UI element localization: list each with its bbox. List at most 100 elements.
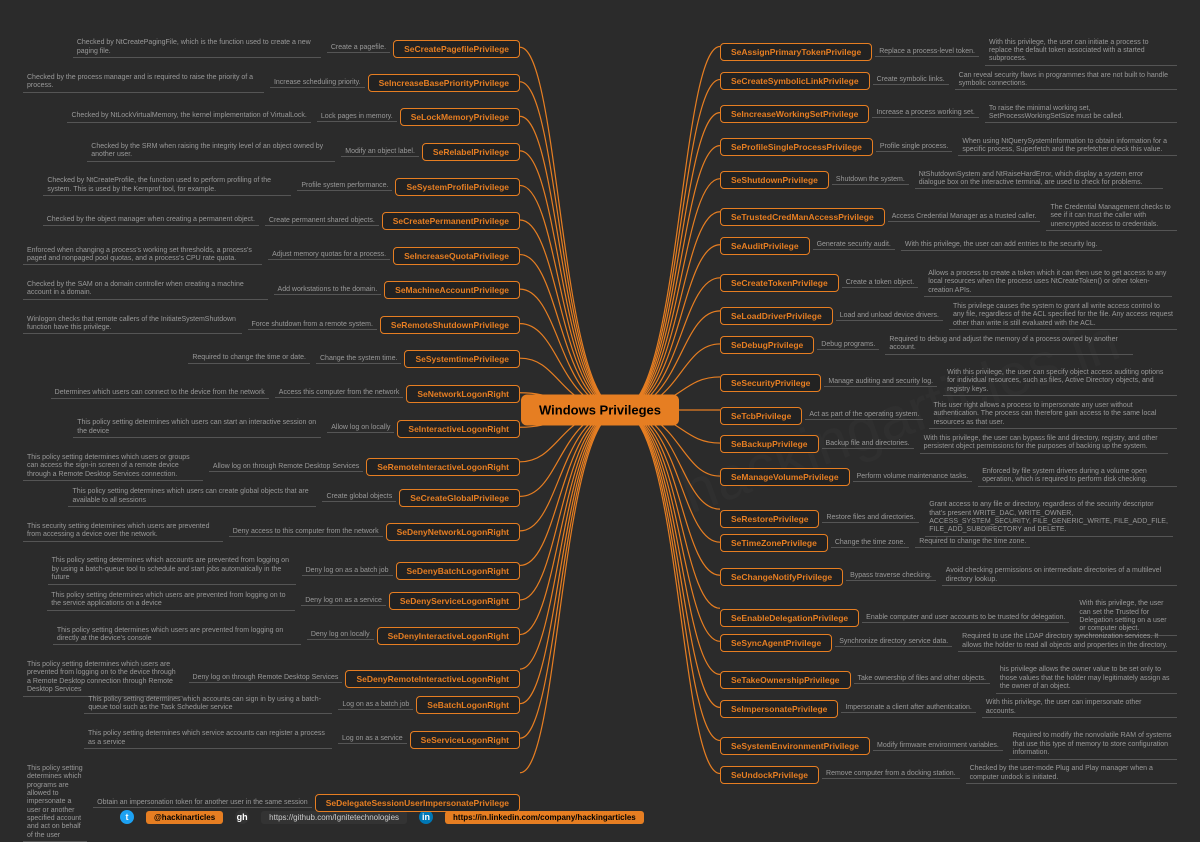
detail-short: Log on as a batch job: [338, 701, 413, 710]
privilege-node: SeIncreaseQuotaPrivilege: [393, 247, 520, 265]
detail-short: Load and unload device drivers.: [836, 312, 943, 321]
branch-SeIncreaseQuotaPrivilege: SeIncreaseQuotaPrivilegeAdjust memory qu…: [20, 247, 520, 266]
branch-SeRelabelPrivilege: SeRelabelPrivilegeModify an object label…: [84, 143, 520, 162]
detail-short: Obtain an impersonation token for anothe…: [93, 799, 312, 808]
detail-long: his privilege allows the owner value to …: [996, 666, 1177, 693]
detail-long: The Credential Management checks to see …: [1046, 204, 1177, 231]
detail-short: Deny log on as a batch job: [302, 567, 393, 576]
detail-long: This policy setting determines which pro…: [23, 765, 87, 842]
detail-long: Required to change the time zone.: [915, 538, 1030, 548]
branch-SeDenyInteractiveLogonRight: SeDenyInteractiveLogonRightDeny log on l…: [50, 627, 520, 646]
detail-short: Take ownership of files and other object…: [854, 675, 990, 684]
privilege-node: SeTrustedCredManAccessPrivilege: [720, 208, 885, 226]
detail-long: This policy setting determines which acc…: [84, 696, 332, 715]
mindmap-container: Windows Privileges SeCreatePagefilePrivi…: [20, 20, 1180, 800]
detail-long: This policy setting determines which acc…: [48, 557, 296, 584]
privilege-node: SeDenyRemoteInteractiveLogonRight: [345, 670, 520, 688]
privilege-node: SeRelabelPrivilege: [422, 143, 520, 161]
branch-SeRestorePrivilege: SeRestorePrivilegeRestore files and dire…: [720, 501, 1176, 537]
privilege-node: SeProfileSingleProcessPrivilege: [720, 138, 873, 156]
privilege-node: SeRestorePrivilege: [720, 510, 819, 528]
branch-SeLockMemoryPrivilege: SeLockMemoryPrivilegeLock pages in memor…: [64, 108, 520, 126]
detail-short: Manage auditing and security log.: [824, 378, 937, 387]
detail-long: With this privilege, the user can set th…: [1075, 600, 1177, 636]
detail-short: Create symbolic links.: [873, 76, 949, 85]
detail-short: Create permanent shared objects.: [265, 217, 379, 226]
detail-long: With this privilege, the user can bypass…: [920, 435, 1168, 454]
detail-short: Deny log on locally: [307, 631, 374, 640]
detail-long: Required to use the LDAP directory synch…: [958, 633, 1177, 652]
privilege-node: SeDebugPrivilege: [720, 336, 814, 354]
detail-long: This user right allows a process to impe…: [929, 402, 1177, 429]
detail-long: Required to change the time or date.: [188, 354, 310, 364]
privilege-node: SeRemoteInteractiveLogonRight: [366, 458, 520, 476]
branch-SeSystemProfilePrivilege: SeSystemProfilePrivilegeProfile system p…: [40, 177, 520, 196]
detail-long: Required to modify the nonvolatile RAM o…: [1009, 732, 1177, 759]
branch-SeIncreaseBasePriorityPrivilege: SeIncreaseBasePriorityPrivilegeIncrease …: [20, 74, 520, 93]
detail-long: Enforced by file system drivers during a…: [978, 468, 1177, 487]
detail-long: Checked by NtCreateProfile, the function…: [43, 177, 291, 196]
branch-SeDelegateSessionUserImpersonatePrivilege: SeDelegateSessionUserImpersonatePrivileg…: [20, 765, 520, 842]
privilege-node: SeServiceLogonRight: [410, 731, 520, 749]
privilege-node: SeIncreaseWorkingSetPrivilege: [720, 105, 869, 123]
privilege-node: SeCreatePagefilePrivilege: [393, 40, 520, 58]
privilege-node: SeImpersonatePrivilege: [720, 700, 838, 718]
detail-short: Access Credential Manager as a trusted c…: [888, 213, 1041, 222]
branch-SeEnableDelegationPrivilege: SeEnableDelegationPrivilegeEnable comput…: [720, 600, 1180, 636]
branch-SeCreateSymbolicLinkPrivilege: SeCreateSymbolicLinkPrivilegeCreate symb…: [720, 72, 1180, 91]
detail-short: Change the time zone.: [831, 539, 909, 548]
privilege-node: SeCreateTokenPrivilege: [720, 274, 839, 292]
branch-SeTakeOwnershipPrivilege: SeTakeOwnershipPrivilegeTake ownership o…: [720, 666, 1180, 693]
detail-short: Allow log on through Remote Desktop Serv…: [209, 463, 363, 472]
detail-long: Determines which users can connect to th…: [51, 389, 269, 399]
detail-short: Lock pages in memory.: [317, 113, 397, 122]
detail-long: With this privilege, the user can specif…: [943, 369, 1177, 396]
detail-short: Enable computer and user accounts to be …: [862, 614, 1069, 623]
branch-SeLoadDriverPrivilege: SeLoadDriverPrivilegeLoad and unload dev…: [720, 303, 1180, 330]
detail-short: Generate security audit.: [813, 241, 895, 250]
detail-long: This policy setting determines which ser…: [84, 730, 332, 749]
detail-short: Act as part of the operating system.: [805, 411, 923, 420]
detail-long: Checked by NtLockVirtualMemory, the kern…: [67, 112, 310, 122]
privilege-node: SeDenyNetworkLogonRight: [386, 523, 520, 541]
privilege-node: SeBatchLogonRight: [416, 696, 520, 714]
branch-SeAuditPrivilege: SeAuditPrivilegeGenerate security audit.…: [720, 237, 1105, 255]
branch-SeIncreaseWorkingSetPrivilege: SeIncreaseWorkingSetPrivilegeIncrease a …: [720, 105, 1180, 124]
detail-short: Log on as a service: [338, 735, 407, 744]
branch-SeTcbPrivilege: SeTcbPrivilegeAct as part of the operati…: [720, 402, 1180, 429]
privilege-node: SeSystemEnvironmentPrivilege: [720, 737, 870, 755]
privilege-node: SeCreateSymbolicLinkPrivilege: [720, 72, 870, 90]
detail-long: This policy setting determines which use…: [73, 419, 321, 438]
detail-long: With this privilege, the user can initia…: [985, 39, 1177, 66]
privilege-node: SeManageVolumePrivilege: [720, 468, 850, 486]
privilege-node: SeTimeZonePrivilege: [720, 534, 828, 552]
detail-long: This policy setting determines which use…: [53, 627, 301, 646]
privilege-node: SeSystemProfilePrivilege: [395, 178, 520, 196]
detail-long: To raise the minimal working set, SetPro…: [985, 105, 1177, 124]
detail-short: Allow log on locally: [327, 424, 394, 433]
detail-long: When using NtQuerySystemInformation to o…: [958, 138, 1177, 157]
detail-long: Required to debug and adjust the memory …: [885, 336, 1133, 355]
branch-SeNetworkLogonRight: SeNetworkLogonRightAccess this computer …: [48, 385, 520, 403]
privilege-node: SeShutdownPrivilege: [720, 171, 829, 189]
privilege-node: SeSyncAgentPrivilege: [720, 634, 832, 652]
detail-long: With this privilege, the user can impers…: [982, 699, 1177, 718]
privilege-node: SeUndockPrivilege: [720, 766, 819, 784]
detail-long: This policy setting determines which use…: [23, 454, 203, 481]
branch-SeDenyBatchLogonRight: SeDenyBatchLogonRightDeny log on as a ba…: [45, 557, 520, 584]
privilege-node: SeAssignPrimaryTokenPrivilege: [720, 43, 872, 61]
detail-short: Replace a process-level token.: [875, 48, 979, 57]
detail-long: Checked by NtCreatePagingFile, which is …: [73, 39, 321, 58]
branch-SeAssignPrimaryTokenPrivilege: SeAssignPrimaryTokenPrivilegeReplace a p…: [720, 39, 1180, 66]
branch-SeSystemEnvironmentPrivilege: SeSystemEnvironmentPrivilegeModify firmw…: [720, 732, 1180, 759]
detail-short: Remove computer from a docking station.: [822, 770, 960, 779]
detail-short: Impersonate a client after authenticatio…: [841, 704, 975, 713]
branch-SeServiceLogonRight: SeServiceLogonRightLog on as a service Th…: [81, 730, 520, 749]
privilege-node: SeDelegateSessionUserImpersonatePrivileg…: [315, 794, 520, 812]
branch-SeDenyRemoteInteractiveLogonRight: SeDenyRemoteInteractiveLogonRightDeny lo…: [20, 661, 520, 697]
privilege-node: SeDenyInteractiveLogonRight: [377, 627, 520, 645]
branch-SeInteractiveLogonRight: SeInteractiveLogonRightAllow log on loca…: [70, 419, 520, 438]
detail-short: Modify firmware environment variables.: [873, 742, 1003, 751]
detail-long: Winlogon checks that remote callers of t…: [23, 316, 242, 335]
branch-SeProfileSingleProcessPrivilege: SeProfileSingleProcessPrivilegeProfile s…: [720, 138, 1180, 157]
